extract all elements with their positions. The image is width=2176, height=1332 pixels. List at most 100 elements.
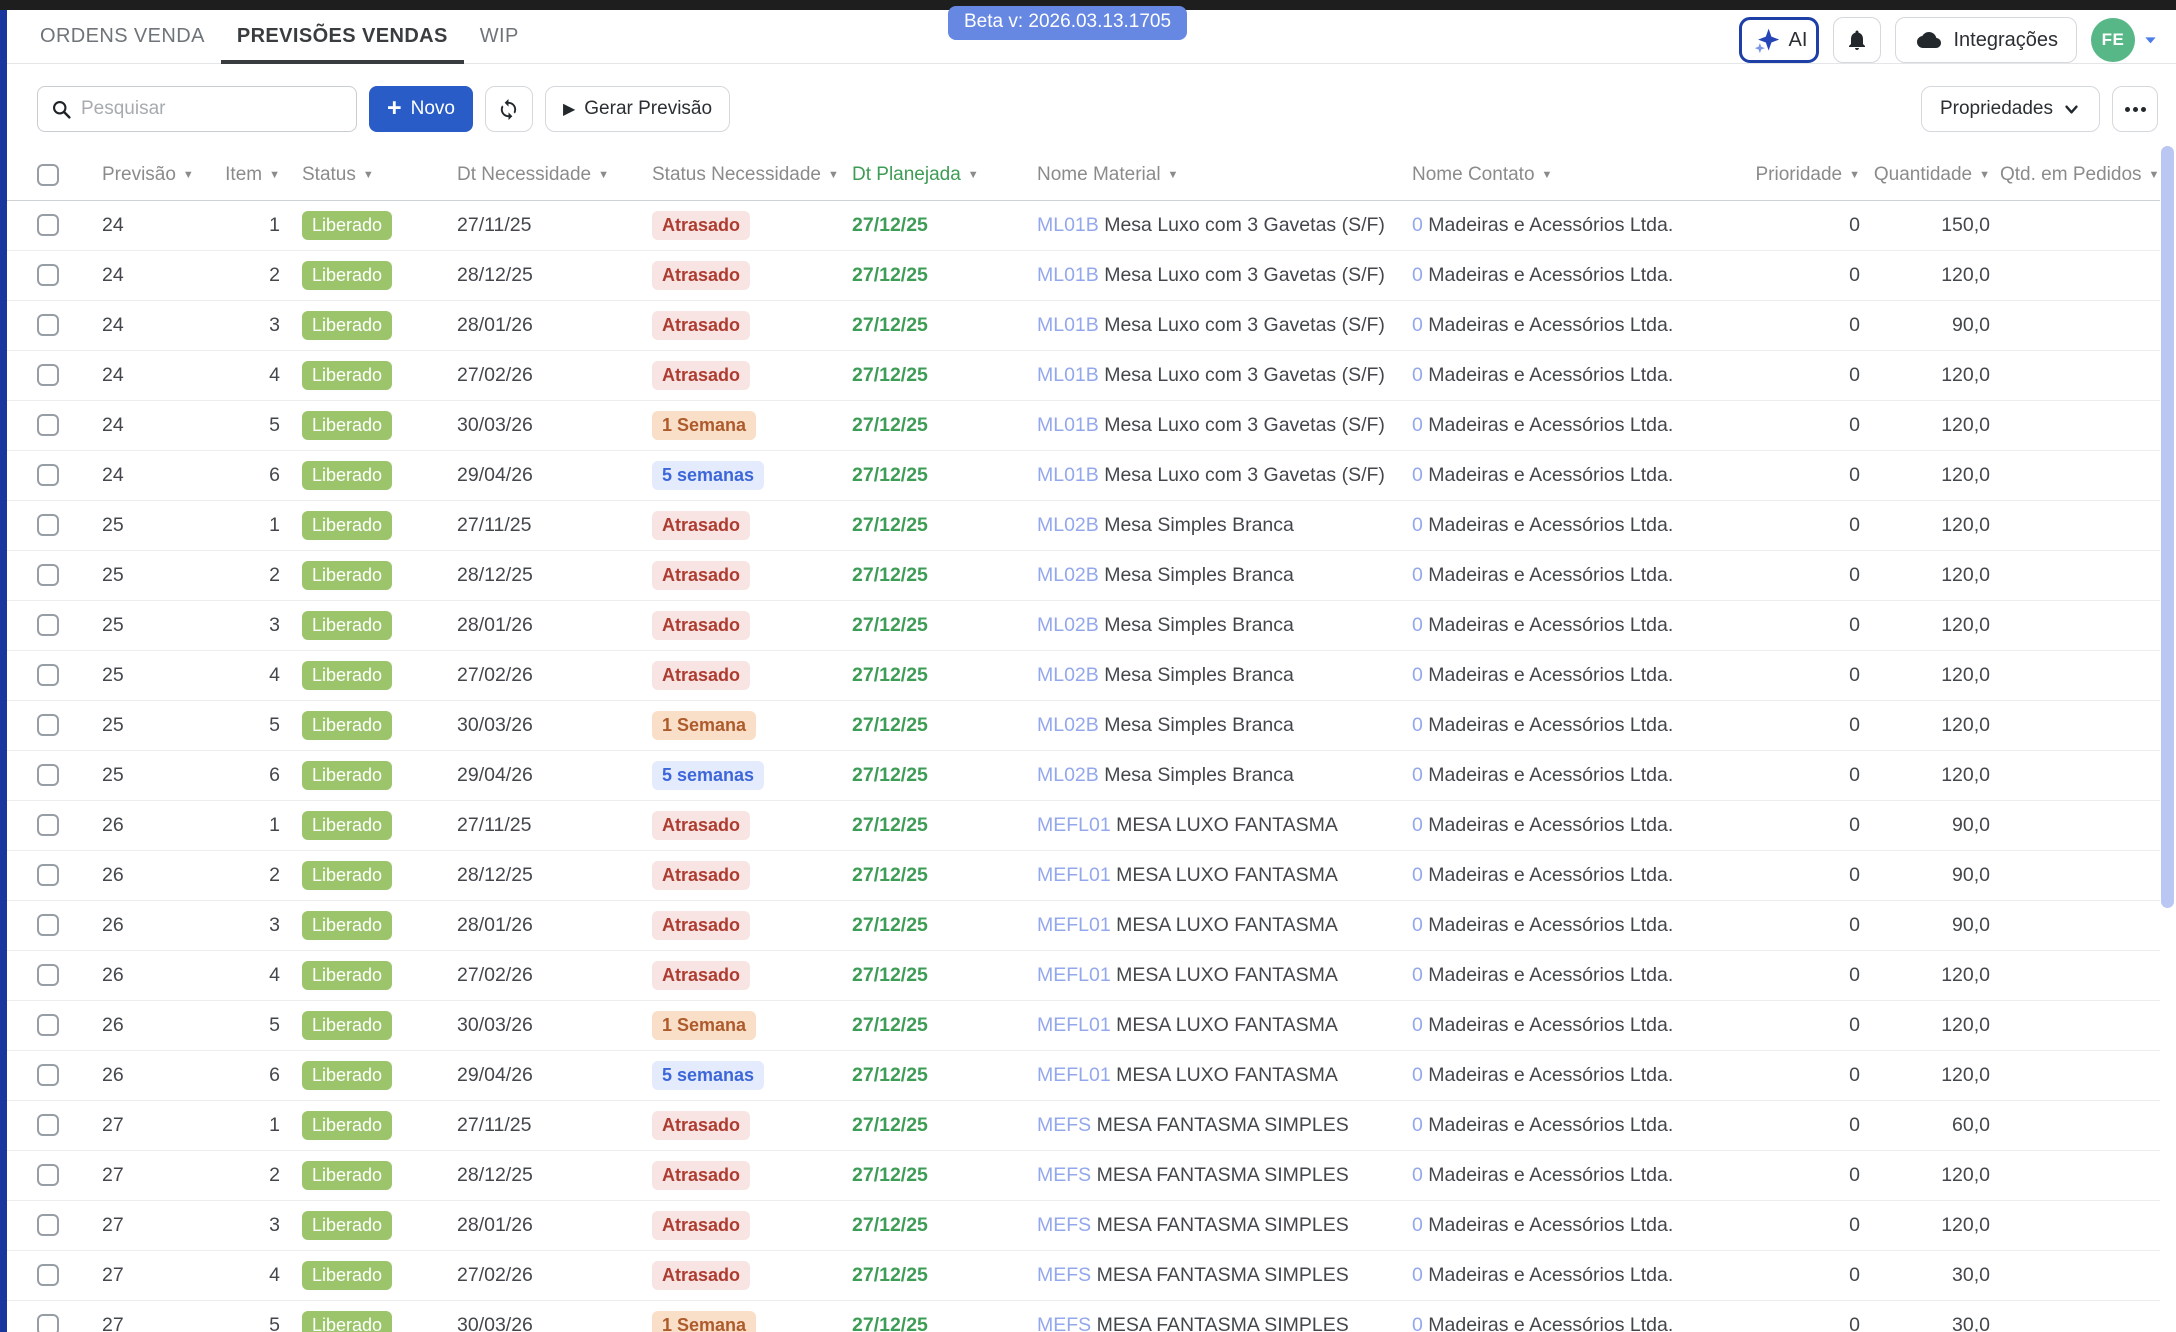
row-checkbox[interactable] xyxy=(37,1264,59,1286)
notifications-button[interactable] xyxy=(1833,17,1881,63)
contato-code-link[interactable]: 0 xyxy=(1412,964,1423,986)
row-checkbox[interactable] xyxy=(37,1214,59,1236)
material-code-link[interactable]: ML01B xyxy=(1037,264,1099,286)
material-code-link[interactable]: ML02B xyxy=(1037,764,1099,786)
material-code-link[interactable]: ML02B xyxy=(1037,564,1099,586)
material-code-link[interactable]: MEFS xyxy=(1037,1314,1091,1332)
contato-code-link[interactable]: 0 xyxy=(1412,664,1423,686)
row-checkbox[interactable] xyxy=(37,414,59,436)
col-header-item[interactable]: Item▼ xyxy=(225,150,290,200)
generate-forecast-button[interactable]: ▶ Gerar Previsão xyxy=(545,86,730,132)
contato-code-link[interactable]: 0 xyxy=(1412,264,1423,286)
contato-code-link[interactable]: 0 xyxy=(1412,1064,1423,1086)
col-header-prioridade[interactable]: Prioridade▼ xyxy=(1755,150,1870,200)
row-checkbox[interactable] xyxy=(37,964,59,986)
contato-code-link[interactable]: 0 xyxy=(1412,514,1423,536)
avatar[interactable]: FE xyxy=(2091,18,2135,62)
row-checkbox[interactable] xyxy=(37,914,59,936)
contato-code-link[interactable]: 0 xyxy=(1412,414,1423,436)
contato-code-link[interactable]: 0 xyxy=(1412,464,1423,486)
material-code-link[interactable]: ML02B xyxy=(1037,614,1099,636)
col-header-previsao[interactable]: Previsão▼ xyxy=(90,150,225,200)
contato-code-link[interactable]: 0 xyxy=(1412,1314,1423,1332)
table-row: 271Liberado27/11/25Atrasado27/12/25MEFS … xyxy=(7,1100,2160,1150)
contato-code-link[interactable]: 0 xyxy=(1412,214,1423,236)
col-header-qtd-em-pedidos[interactable]: Qtd. em Pedidos▼ xyxy=(2000,150,2160,200)
col-header-dt-planejada[interactable]: Dt Planejada▼ xyxy=(840,150,1025,200)
material-code-link[interactable]: ML01B xyxy=(1037,314,1099,336)
row-checkbox[interactable] xyxy=(37,714,59,736)
contato-code-link[interactable]: 0 xyxy=(1412,1164,1423,1186)
select-all-checkbox[interactable] xyxy=(37,164,59,186)
avatar-caret-down-icon[interactable] xyxy=(2143,34,2158,46)
material-code-link[interactable]: MEFL01 xyxy=(1037,964,1111,986)
material-code-link[interactable]: ML01B xyxy=(1037,464,1099,486)
row-checkbox[interactable] xyxy=(37,864,59,886)
material-code-link[interactable]: ML02B xyxy=(1037,514,1099,536)
contato-code-link[interactable]: 0 xyxy=(1412,1264,1423,1286)
material-code-link[interactable]: ML02B xyxy=(1037,664,1099,686)
contato-code-link[interactable]: 0 xyxy=(1412,864,1423,886)
item-cell: 4 xyxy=(225,950,290,1000)
contato-code-link[interactable]: 0 xyxy=(1412,1114,1423,1136)
user-menu[interactable]: FE xyxy=(2091,18,2158,62)
material-code-link[interactable]: MEFS xyxy=(1037,1264,1091,1286)
new-button[interactable]: + Novo xyxy=(369,86,473,132)
col-header-dt-necessidade[interactable]: Dt Necessidade▼ xyxy=(445,150,640,200)
material-code-link[interactable]: MEFL01 xyxy=(1037,864,1111,886)
row-checkbox[interactable] xyxy=(37,364,59,386)
contato-code-link[interactable]: 0 xyxy=(1412,1214,1423,1236)
col-header-nome-material[interactable]: Nome Material▼ xyxy=(1025,150,1400,200)
integrations-button[interactable]: Integrações xyxy=(1895,17,2077,63)
contato-code-link[interactable]: 0 xyxy=(1412,564,1423,586)
ai-button[interactable]: AI xyxy=(1739,17,1819,63)
vertical-scrollbar[interactable] xyxy=(2161,146,2174,908)
col-header-status[interactable]: Status▼ xyxy=(290,150,445,200)
row-checkbox[interactable] xyxy=(37,1114,59,1136)
material-code-link[interactable]: ML01B xyxy=(1037,364,1099,386)
material-code-link[interactable]: MEFL01 xyxy=(1037,1064,1111,1086)
properties-button[interactable]: Propriedades xyxy=(1921,86,2100,132)
row-checkbox[interactable] xyxy=(37,764,59,786)
material-code-link[interactable]: ML01B xyxy=(1037,414,1099,436)
material-code-link[interactable]: ML01B xyxy=(1037,214,1099,236)
search-input[interactable] xyxy=(81,98,331,120)
material-code-link[interactable]: MEFS xyxy=(1037,1164,1091,1186)
row-checkbox[interactable] xyxy=(37,664,59,686)
contato-code-link[interactable]: 0 xyxy=(1412,1014,1423,1036)
contato-code-link[interactable]: 0 xyxy=(1412,814,1423,836)
col-header-status-necessidade[interactable]: Status Necessidade▼ xyxy=(640,150,840,200)
material-code-link[interactable]: MEFS xyxy=(1037,1214,1091,1236)
tab-ordens-venda[interactable]: ORDENS VENDA xyxy=(24,10,221,63)
row-checkbox[interactable] xyxy=(37,614,59,636)
contato-code-link[interactable]: 0 xyxy=(1412,314,1423,336)
row-checkbox[interactable] xyxy=(37,264,59,286)
row-checkbox[interactable] xyxy=(37,314,59,336)
contato-code-link[interactable]: 0 xyxy=(1412,614,1423,636)
row-checkbox[interactable] xyxy=(37,564,59,586)
row-checkbox[interactable] xyxy=(37,1014,59,1036)
contato-code-link[interactable]: 0 xyxy=(1412,914,1423,936)
row-checkbox[interactable] xyxy=(37,1064,59,1086)
more-options-button[interactable] xyxy=(2112,86,2158,132)
row-checkbox[interactable] xyxy=(37,464,59,486)
status-badge: Liberado xyxy=(302,761,392,790)
row-checkbox[interactable] xyxy=(37,1164,59,1186)
col-header-nome-contato[interactable]: Nome Contato▼ xyxy=(1400,150,1755,200)
col-header-quantidade[interactable]: Quantidade▼ xyxy=(1870,150,2000,200)
material-code-link[interactable]: MEFL01 xyxy=(1037,814,1111,836)
tab-wip[interactable]: WIP xyxy=(464,10,535,63)
contato-code-link[interactable]: 0 xyxy=(1412,764,1423,786)
row-checkbox[interactable] xyxy=(37,814,59,836)
row-checkbox[interactable] xyxy=(37,214,59,236)
row-checkbox[interactable] xyxy=(37,1314,59,1332)
material-code-link[interactable]: MEFL01 xyxy=(1037,914,1111,936)
row-checkbox[interactable] xyxy=(37,514,59,536)
tab-previsoes-vendas[interactable]: PREVISÕES VENDAS xyxy=(221,10,464,63)
refresh-button[interactable] xyxy=(485,86,533,132)
material-code-link[interactable]: MEFL01 xyxy=(1037,1014,1111,1036)
material-code-link[interactable]: ML02B xyxy=(1037,714,1099,736)
contato-code-link[interactable]: 0 xyxy=(1412,364,1423,386)
contato-code-link[interactable]: 0 xyxy=(1412,714,1423,736)
material-code-link[interactable]: MEFS xyxy=(1037,1114,1091,1136)
